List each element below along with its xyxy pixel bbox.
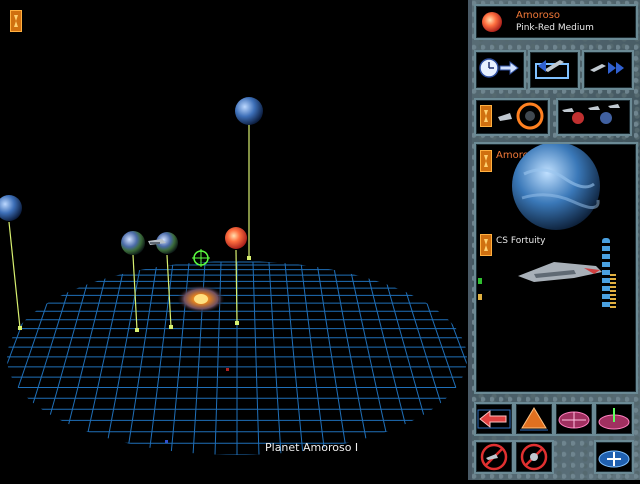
grid-line <box>7 261 14 455</box>
ship-health-indicator <box>478 278 482 284</box>
hourglass-icon[interactable] <box>480 150 492 172</box>
no-move-icon <box>480 443 508 471</box>
no-target-button[interactable] <box>514 440 554 474</box>
ship-launch-icon <box>535 60 569 79</box>
grid-axis-icon <box>598 408 630 430</box>
star-type: Pink-Red Medium <box>516 23 594 33</box>
planet-blue-left[interactable] <box>0 195 22 221</box>
ship-fuel-indicator <box>478 294 482 300</box>
fast-forward-fleet-button[interactable] <box>582 50 634 90</box>
grid-line <box>428 261 467 455</box>
system-map-icon <box>498 102 544 130</box>
clock-arrow-icon <box>479 58 519 78</box>
planet-blue-top[interactable] <box>235 97 263 125</box>
tilt-up-button[interactable] <box>514 402 554 436</box>
grid-line <box>284 261 304 455</box>
star-name: Amoroso <box>516 10 561 21</box>
exit-arrow-icon <box>477 409 511 429</box>
planet-stalk <box>235 249 238 324</box>
grid-line <box>104 261 142 455</box>
selected-planet-image[interactable] <box>504 144 614 234</box>
grid-line <box>396 261 458 455</box>
hourglass-icon[interactable] <box>10 10 22 32</box>
time-advance-button[interactable] <box>474 50 526 90</box>
control-panel: Amoroso Pink-Red Medium Amoroso II CS Fo… <box>472 0 640 480</box>
selected-ship-name: CS Fortuity <box>496 236 546 246</box>
ship-energy-gauge <box>610 274 616 310</box>
star-amoroso[interactable] <box>225 227 247 249</box>
no-move-button[interactable] <box>474 440 514 474</box>
target-reticle-icon[interactable] <box>192 249 210 267</box>
launch-ship-button[interactable] <box>528 50 580 90</box>
grid-line <box>7 261 46 455</box>
grid-line <box>444 261 467 455</box>
no-target-icon <box>520 443 548 471</box>
zoom-grid-button[interactable] <box>594 440 634 474</box>
grid-line <box>82 261 126 455</box>
planet-earthlike[interactable] <box>121 231 145 255</box>
system-view-button[interactable] <box>474 98 550 136</box>
planet-stalk <box>8 221 21 329</box>
planet-stalk <box>132 254 138 331</box>
navigation-grid <box>7 261 467 455</box>
grid-line <box>16 261 78 455</box>
tilt-grid-icon <box>520 407 548 431</box>
grid-line <box>7 261 30 455</box>
grid-line <box>252 261 260 455</box>
star-icon <box>482 12 502 32</box>
grid-plane-button[interactable] <box>554 402 594 436</box>
exit-left-button[interactable] <box>474 402 514 436</box>
system-map[interactable] <box>0 0 470 480</box>
star-info-box[interactable]: Amoroso Pink-Red Medium <box>474 4 638 40</box>
grid-axis-button[interactable] <box>594 402 634 436</box>
zoom-grid-icon <box>598 450 630 468</box>
selection-box: Amoroso II CS Fortuity <box>474 142 638 394</box>
grid-line <box>348 261 392 455</box>
fleet-view-icon <box>562 104 620 124</box>
planet-stalk <box>166 254 172 328</box>
grid-line <box>268 261 282 455</box>
grid-line <box>412 261 467 455</box>
selected-ship-image[interactable] <box>514 252 604 292</box>
grid-plane-icon <box>558 411 590 429</box>
hourglass-icon[interactable] <box>480 234 492 256</box>
grid-line <box>332 261 370 455</box>
hourglass-icon <box>480 105 492 127</box>
space-viewport[interactable]: Planet Amoroso I <box>0 0 470 480</box>
fleet-fast-forward-icon <box>590 62 624 74</box>
fleet-view-button[interactable] <box>556 98 632 136</box>
ship-status-gauge <box>602 238 610 310</box>
target-label: Planet Amoroso I <box>265 441 359 454</box>
